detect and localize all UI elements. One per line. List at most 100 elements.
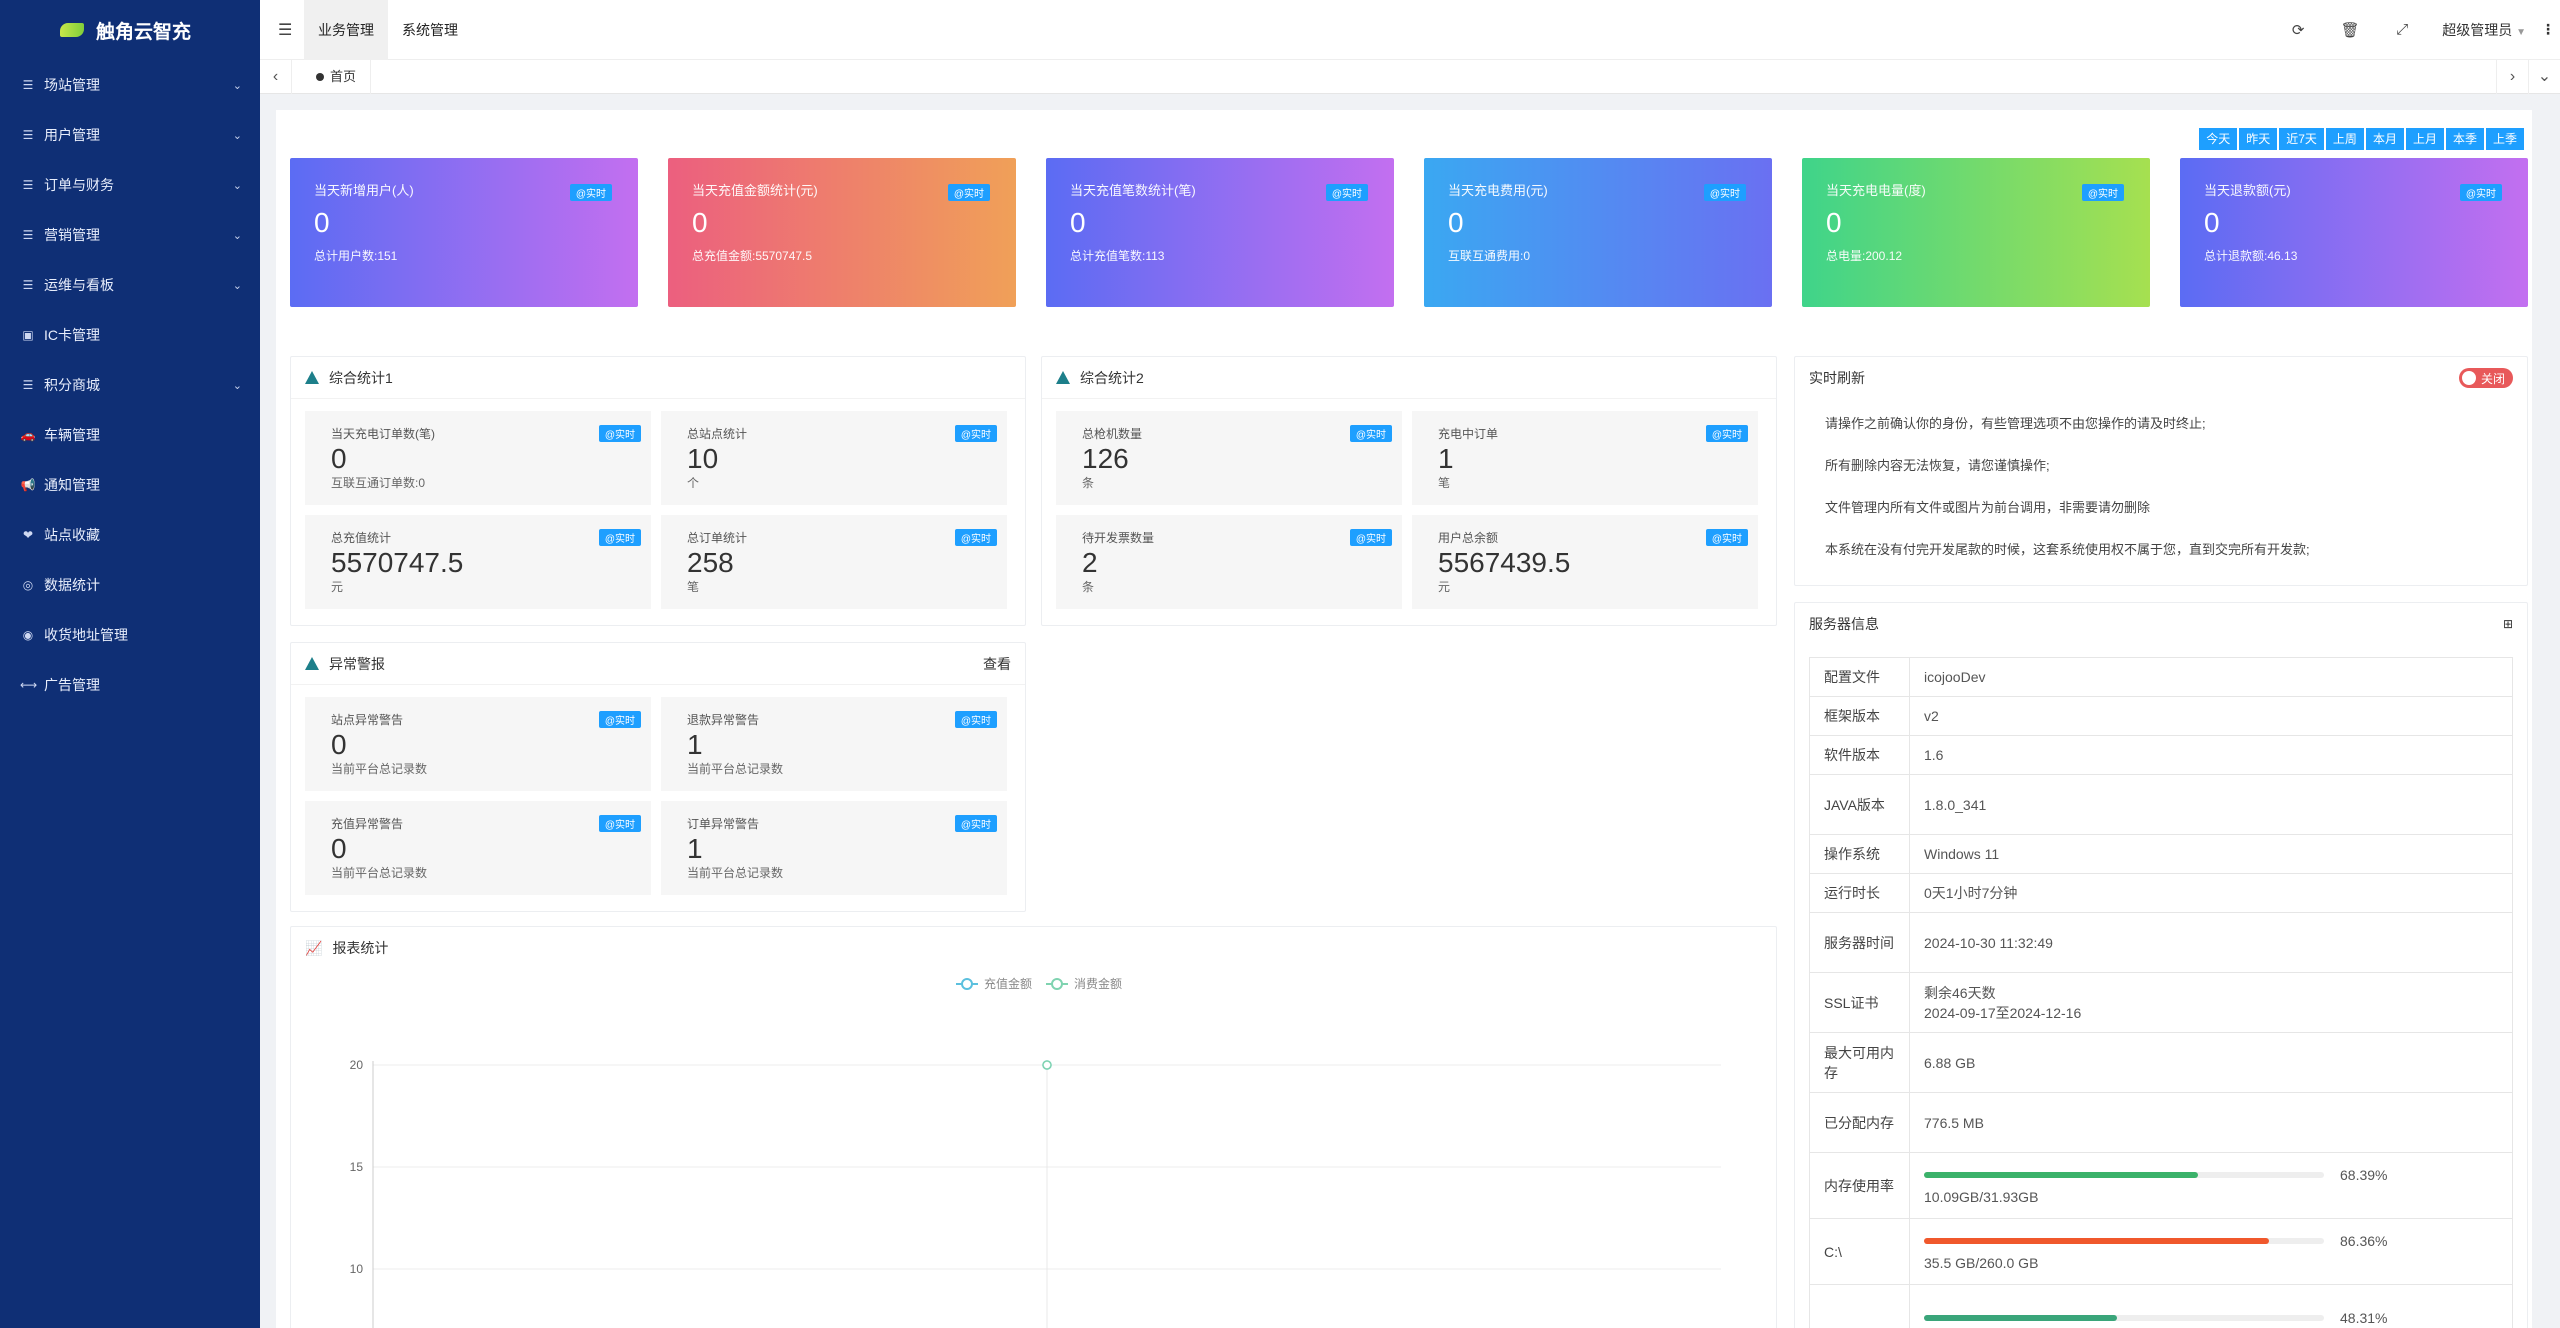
sidebar-item[interactable]: ☰ 用户管理 ⌄: [0, 110, 260, 160]
usage-bar-fill: [1924, 1315, 2118, 1322]
sidebar-item[interactable]: ▣ IC卡管理: [0, 310, 260, 360]
more-vertical-icon[interactable]: ⋮: [2536, 21, 2560, 38]
range-button[interactable]: 本季: [2445, 128, 2484, 150]
stat-card[interactable]: 当天充值金额统计(元) 0 总充值金额:5570747.5 @实时: [668, 158, 1016, 307]
usage-row: 48.31%: [1809, 1284, 2513, 1328]
tab-home[interactable]: 首页: [302, 59, 372, 94]
sidebar-item[interactable]: ◎ 数据统计: [0, 560, 260, 610]
mini-stat-unit: 当前平台总记录数: [331, 762, 428, 776]
realtime-badge: @实时: [947, 184, 990, 201]
tab-scroll-left-icon[interactable]: ‹: [260, 59, 292, 94]
sidebar-item[interactable]: ◉ 收货地址管理: [0, 610, 260, 660]
range-button[interactable]: 近7天: [2279, 128, 2324, 150]
refresh-icon[interactable]: ⟳: [2272, 21, 2324, 39]
usage-percent: 86.36%: [2340, 1233, 2388, 1250]
realtime-badge: @实时: [1705, 425, 1748, 442]
tab-menu-chevron-icon[interactable]: ⌄: [2528, 59, 2560, 94]
legend-marker[interactable]: [961, 978, 973, 990]
logo-leaf-icon: [60, 23, 84, 37]
tab-scroll-right-icon[interactable]: ›: [2496, 59, 2528, 94]
server-info-row: 操作系统 Windows 11: [1809, 834, 2513, 874]
report-chart: 充值金额 消费金额 20 15 10: [350, 976, 1721, 1328]
sidebar-item[interactable]: ☰ 运维与看板 ⌄: [0, 260, 260, 310]
stat-card-subtitle: 总充值金额:5570747.5: [692, 249, 813, 263]
fullscreen-icon[interactable]: ⤢: [2376, 21, 2428, 38]
mini-stat-title: 总充值统计: [331, 531, 392, 545]
sidebar-item[interactable]: ☰ 订单与财务 ⌄: [0, 160, 260, 210]
legend-marker[interactable]: [1051, 978, 1063, 990]
usage-value-cell: 48.31%: [1909, 1284, 2513, 1328]
chevron-down-icon: ⌄: [232, 279, 242, 292]
stat-card[interactable]: 当天新增用户(人) 0 总计用户数:151 @实时: [290, 158, 638, 307]
server-info-row: 配置文件 icojooDev: [1809, 657, 2513, 697]
tab-business[interactable]: 业务管理: [304, 0, 388, 60]
sidebar-item[interactable]: 🚗 车辆管理: [0, 410, 260, 460]
mini-stat-unit: 条: [1082, 580, 1095, 594]
mini-stat-value: 1: [1438, 443, 1454, 474]
sidebar-item[interactable]: ⟷ 广告管理: [0, 660, 260, 710]
chart-icon: ◎: [22, 578, 34, 592]
server-info-key: 操作系统: [1809, 834, 1910, 874]
list-icon: ☰: [22, 78, 34, 92]
stat-card-value: 0: [2204, 207, 2220, 238]
sidebar-item[interactable]: ❤ 站点收藏: [0, 510, 260, 560]
mini-stat: 总站点统计 10 个 @实时: [661, 411, 1007, 505]
usage-bar-fill: [1924, 1238, 2270, 1245]
sidebar-item[interactable]: ☰ 场站管理 ⌄: [0, 60, 260, 110]
range-button[interactable]: 上月: [2405, 128, 2444, 150]
usage-percent: 48.31%: [2340, 1310, 2388, 1327]
ad-icon: ⟷: [20, 678, 38, 692]
sidebar-item-label: 营销管理: [44, 227, 100, 243]
sidebar-item[interactable]: ☰ 营销管理 ⌄: [0, 210, 260, 260]
server-info-key: JAVA版本: [1809, 774, 1910, 835]
sidebar-item[interactable]: ☰ 积分商城 ⌄: [0, 360, 260, 410]
stat-card-value: 0: [1448, 207, 1464, 238]
sidebar-item-label: 积分商城: [44, 377, 100, 393]
mini-stat: 充值异常警告 0 当前平台总记录数 @实时: [305, 801, 651, 895]
range-button[interactable]: 上季: [2485, 128, 2524, 150]
mini-stat-unit: 个: [687, 476, 700, 490]
range-button[interactable]: 昨天: [2239, 128, 2278, 150]
mini-stat-title: 用户总余额: [1438, 531, 1499, 545]
panel-title: 综合统计2: [1080, 369, 1144, 386]
user-name: 超级管理员: [2442, 21, 2513, 38]
panel-title: 综合统计1: [329, 369, 393, 386]
stat-card[interactable]: 当天充电电量(度) 0 总电量:200.12 @实时: [1802, 158, 2150, 307]
realtime-badge: @实时: [954, 815, 997, 832]
data-point[interactable]: [1042, 1060, 1052, 1070]
stat-card[interactable]: 当天充电费用(元) 0 互联互通费用:0 @实时: [1424, 158, 1772, 307]
server-info-value: v2: [1924, 708, 1939, 724]
mini-stat-value: 0: [331, 729, 347, 760]
menu-toggle-icon[interactable]: ☰: [278, 20, 304, 40]
view-alerts-link[interactable]: 查看: [983, 654, 1011, 674]
app-logo[interactable]: 触角云智充: [0, 0, 260, 60]
auto-refresh-toggle[interactable]: 关闭: [2458, 368, 2513, 388]
range-button[interactable]: 上周: [2325, 128, 2364, 150]
trash-icon[interactable]: 🗑: [2324, 21, 2376, 39]
stat-card[interactable]: 当天退款额(元) 0 总计退款额:46.13 @实时: [2180, 158, 2528, 307]
sidebar-item-label: 车辆管理: [44, 427, 100, 443]
server-info-row: SSL证书 剩余46天数 2024-09-17至2024-12-16: [1809, 972, 2513, 1033]
server-info-key: 运行时长: [1809, 873, 1910, 913]
user-menu[interactable]: 超级管理员 ▼: [2428, 20, 2536, 40]
mini-stat-unit: 元: [1438, 580, 1451, 594]
mini-stat-value: 0: [331, 833, 347, 864]
date-range-buttons: 今天 昨天 近7天 上周 本月 上月 本季 上季: [2199, 128, 2524, 150]
panel-overall-stats-1: 综合统计1 当天充电订单数(笔) 0 互联互通订单数:0 @实时 总站点统计 10 个 @实时…: [290, 356, 1026, 626]
sidebar-item-label: 站点收藏: [44, 527, 100, 543]
server-info-key: 已分配内存: [1809, 1092, 1910, 1153]
stat-card[interactable]: 当天充值笔数统计(笔) 0 总计充值笔数:113 @实时: [1046, 158, 1394, 307]
list-icon: ☰: [22, 128, 34, 142]
server-info-row: 运行时长 0天1小时7分钟: [1809, 873, 2513, 913]
range-button[interactable]: 今天: [2199, 128, 2238, 150]
chart-legend: 充值金额 消费金额: [956, 976, 1122, 991]
usage-bar: [1924, 1315, 2324, 1322]
tab-system[interactable]: 系统管理: [388, 0, 472, 60]
sidebar-item[interactable]: 📢 通知管理: [0, 460, 260, 510]
chevron-down-icon: ⌄: [232, 379, 242, 392]
realtime-badge: @实时: [954, 711, 997, 728]
mini-stat-value: 10: [687, 443, 719, 474]
server-info-value-cell: v2: [1909, 696, 2513, 736]
range-button[interactable]: 本月: [2365, 128, 2404, 150]
notice-text: 本系统在没有付完开发尾款的时候，这套系统使用权不属于您，直到交完所有开发款;: [1825, 542, 2310, 557]
